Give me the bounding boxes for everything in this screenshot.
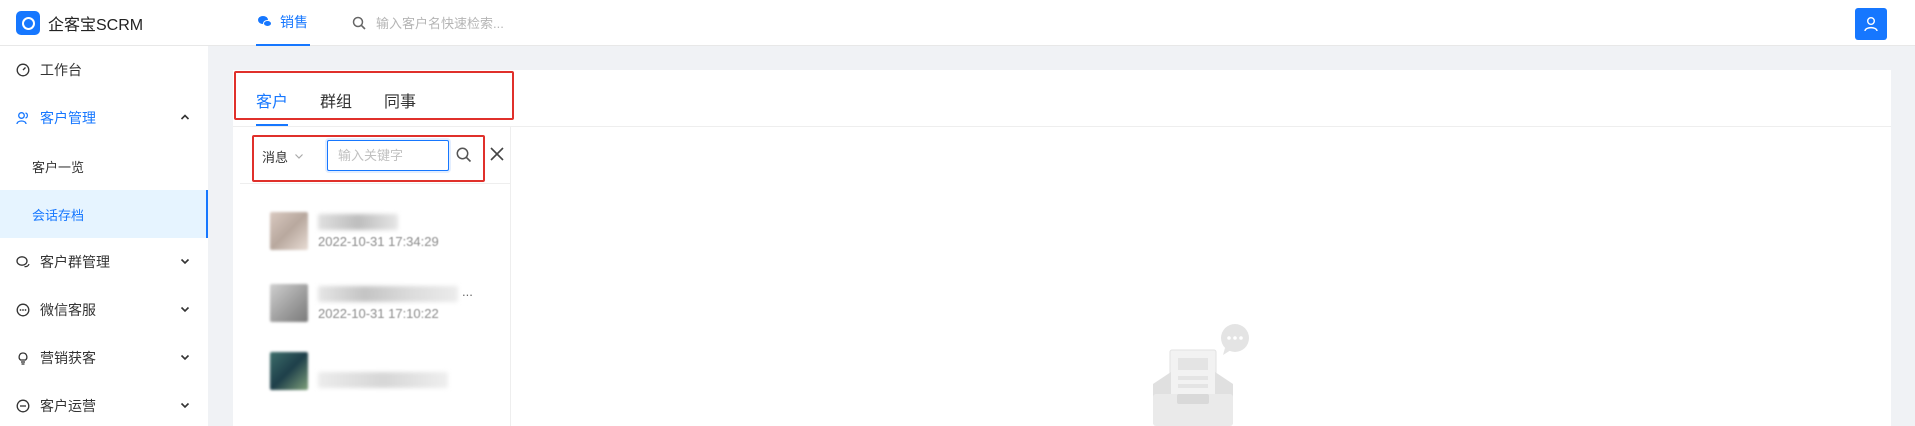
user-profile-button[interactable] (1855, 8, 1887, 40)
sidebar-item-label: 客户管理 (40, 110, 96, 126)
sidebar-item-customer-operation[interactable]: 客户运营 (0, 382, 208, 426)
list-item[interactable]: 2022-10-31 17:34:29 (270, 212, 490, 262)
operation-icon (16, 399, 30, 413)
divider (510, 127, 511, 426)
chevron-down-icon (180, 402, 190, 409)
contact-name (318, 372, 448, 388)
sidebar-item-customer-management[interactable]: 客户管理 (0, 94, 208, 142)
empty-inbox-illustration (1153, 324, 1249, 426)
sidebar-item-workbench[interactable]: 工作台 (0, 46, 208, 94)
brand-logo-icon (16, 11, 40, 35)
wechat-icon (258, 16, 272, 28)
search-icon (352, 16, 366, 30)
sidebar-item-label: 营销获客 (40, 350, 96, 366)
sidebar-item-label: 会话存档 (32, 207, 85, 223)
dashboard-icon (16, 63, 30, 77)
group-chat-icon (16, 255, 30, 269)
sidebar-item-label: 微信客服 (40, 302, 96, 318)
active-tab-indicator (256, 124, 288, 126)
customers-icon (16, 111, 30, 125)
highlight-box-filter (252, 135, 485, 182)
global-search-placeholder[interactable]: 输入客户名快速检索... (376, 13, 504, 32)
global-search[interactable]: 输入客户名快速检索... (352, 13, 504, 32)
sidebar-item-label: 客户群管理 (40, 254, 110, 270)
top-bar: 企客宝SCRM 销售 输入客户名快速检索... (0, 0, 1915, 46)
chevron-down-icon (180, 258, 190, 265)
close-icon[interactable] (489, 146, 505, 162)
topnav-sales-label: 销售 (280, 14, 308, 30)
message-time: 2022-10-31 17:10:22 (318, 306, 439, 321)
list-item[interactable]: ... 2022-10-31 17:10:22 (270, 284, 490, 334)
sidebar-item-wechat-service[interactable]: 微信客服 (0, 286, 208, 334)
app-name: 企客宝SCRM (48, 17, 144, 34)
chevron-down-icon (180, 306, 190, 313)
sidebar-item-session-archive[interactable]: 会话存档 (0, 190, 208, 238)
sidebar-item-label: 工作台 (40, 62, 82, 78)
wechat-service-icon (16, 303, 30, 317)
divider (240, 183, 510, 184)
avatar (270, 284, 308, 322)
sidebar: 工作台 客户管理 客户一览 会话存档 客户群管理 微信客服 营销获客 客户运营 (0, 46, 208, 426)
bulb-icon (16, 351, 30, 365)
sidebar-item-marketing[interactable]: 营销获客 (0, 334, 208, 382)
brand[interactable]: 企客宝SCRM (16, 11, 143, 35)
topnav-sales[interactable]: 销售 (256, 0, 310, 46)
message-time: 2022-10-31 17:34:29 (318, 234, 439, 249)
sidebar-item-label: 客户运营 (40, 398, 96, 414)
chevron-down-icon (180, 354, 190, 361)
sidebar-item-customer-overview[interactable]: 客户一览 (0, 142, 208, 190)
avatar (270, 212, 308, 250)
contact-name (318, 286, 458, 302)
contact-name (318, 214, 398, 230)
sidebar-item-label: 客户一览 (32, 159, 85, 175)
highlight-box-tabs (234, 71, 514, 120)
user-icon (1864, 17, 1878, 32)
chevron-up-icon (180, 114, 190, 120)
sidebar-item-group-management[interactable]: 客户群管理 (0, 238, 208, 286)
list-item[interactable] (270, 352, 490, 402)
avatar (270, 352, 308, 390)
name-ellipsis: ... (462, 284, 473, 299)
